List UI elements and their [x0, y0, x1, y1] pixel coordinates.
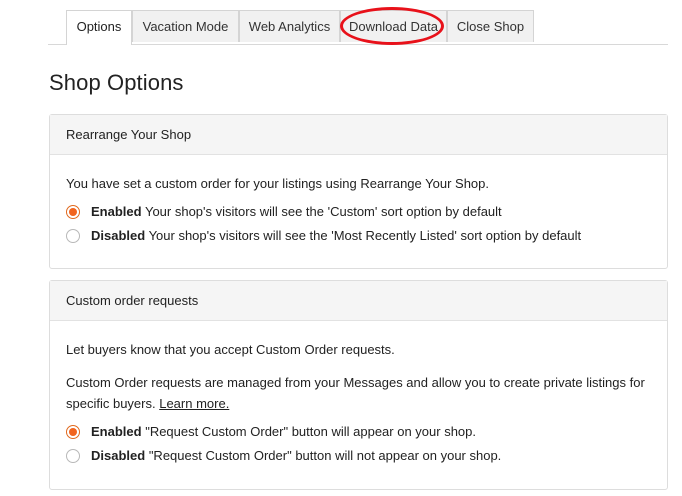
page-title: Shop Options	[49, 70, 184, 95]
custom-order-disabled-radio[interactable]	[66, 449, 80, 463]
custom-order-panel: Custom order requests Let buyers know th…	[49, 280, 668, 490]
custom-order-body: Let buyers know that you accept Custom O…	[50, 339, 667, 468]
custom-order-header: Custom order requests	[50, 281, 667, 321]
custom-order-description-2-text: Custom Order requests are managed from y…	[66, 375, 645, 411]
custom-order-enabled-option[interactable]: Enabled "Request Custom Order" button wi…	[66, 420, 651, 444]
tab-close-shop[interactable]: Close Shop	[447, 10, 534, 42]
custom-order-description: Let buyers know that you accept Custom O…	[66, 342, 395, 357]
rearrange-shop-panel: Rearrange Your Shop You have set a custo…	[49, 114, 668, 269]
tab-download-data[interactable]: Download Data	[340, 10, 447, 42]
custom-order-disabled-option[interactable]: Disabled "Request Custom Order" button w…	[66, 444, 651, 468]
rearrange-disabled-radio[interactable]	[66, 229, 80, 243]
rearrange-shop-description: You have set a custom order for your lis…	[66, 176, 489, 191]
rearrange-shop-body: You have set a custom order for your lis…	[50, 173, 667, 248]
rearrange-shop-header: Rearrange Your Shop	[50, 115, 667, 155]
rearrange-enabled-radio[interactable]	[66, 205, 80, 219]
custom-order-enabled-label: Enabled	[91, 424, 142, 439]
custom-order-enabled-radio[interactable]	[66, 425, 80, 439]
tab-options[interactable]: Options	[66, 10, 132, 45]
tab-vacation-mode[interactable]: Vacation Mode	[132, 10, 239, 42]
custom-order-description-2: Custom Order requests are managed from y…	[66, 372, 651, 414]
rearrange-enabled-label: Enabled	[91, 204, 142, 219]
shop-settings-tabs: Options Vacation Mode Web Analytics Down…	[48, 10, 668, 45]
rearrange-disabled-text: Your shop's visitors will see the 'Most …	[148, 228, 582, 243]
custom-order-disabled-text: "Request Custom Order" button will not a…	[148, 448, 502, 463]
tab-web-analytics[interactable]: Web Analytics	[239, 10, 340, 42]
rearrange-enabled-text: Your shop's visitors will see the 'Custo…	[144, 204, 502, 219]
rearrange-disabled-label: Disabled	[91, 228, 146, 243]
rearrange-disabled-option[interactable]: Disabled Your shop's visitors will see t…	[66, 224, 651, 248]
custom-order-disabled-label: Disabled	[91, 448, 146, 463]
learn-more-link[interactable]: Learn more.	[159, 396, 229, 411]
rearrange-enabled-option[interactable]: Enabled Your shop's visitors will see th…	[66, 200, 651, 224]
custom-order-enabled-text: "Request Custom Order" button will appea…	[145, 424, 476, 439]
